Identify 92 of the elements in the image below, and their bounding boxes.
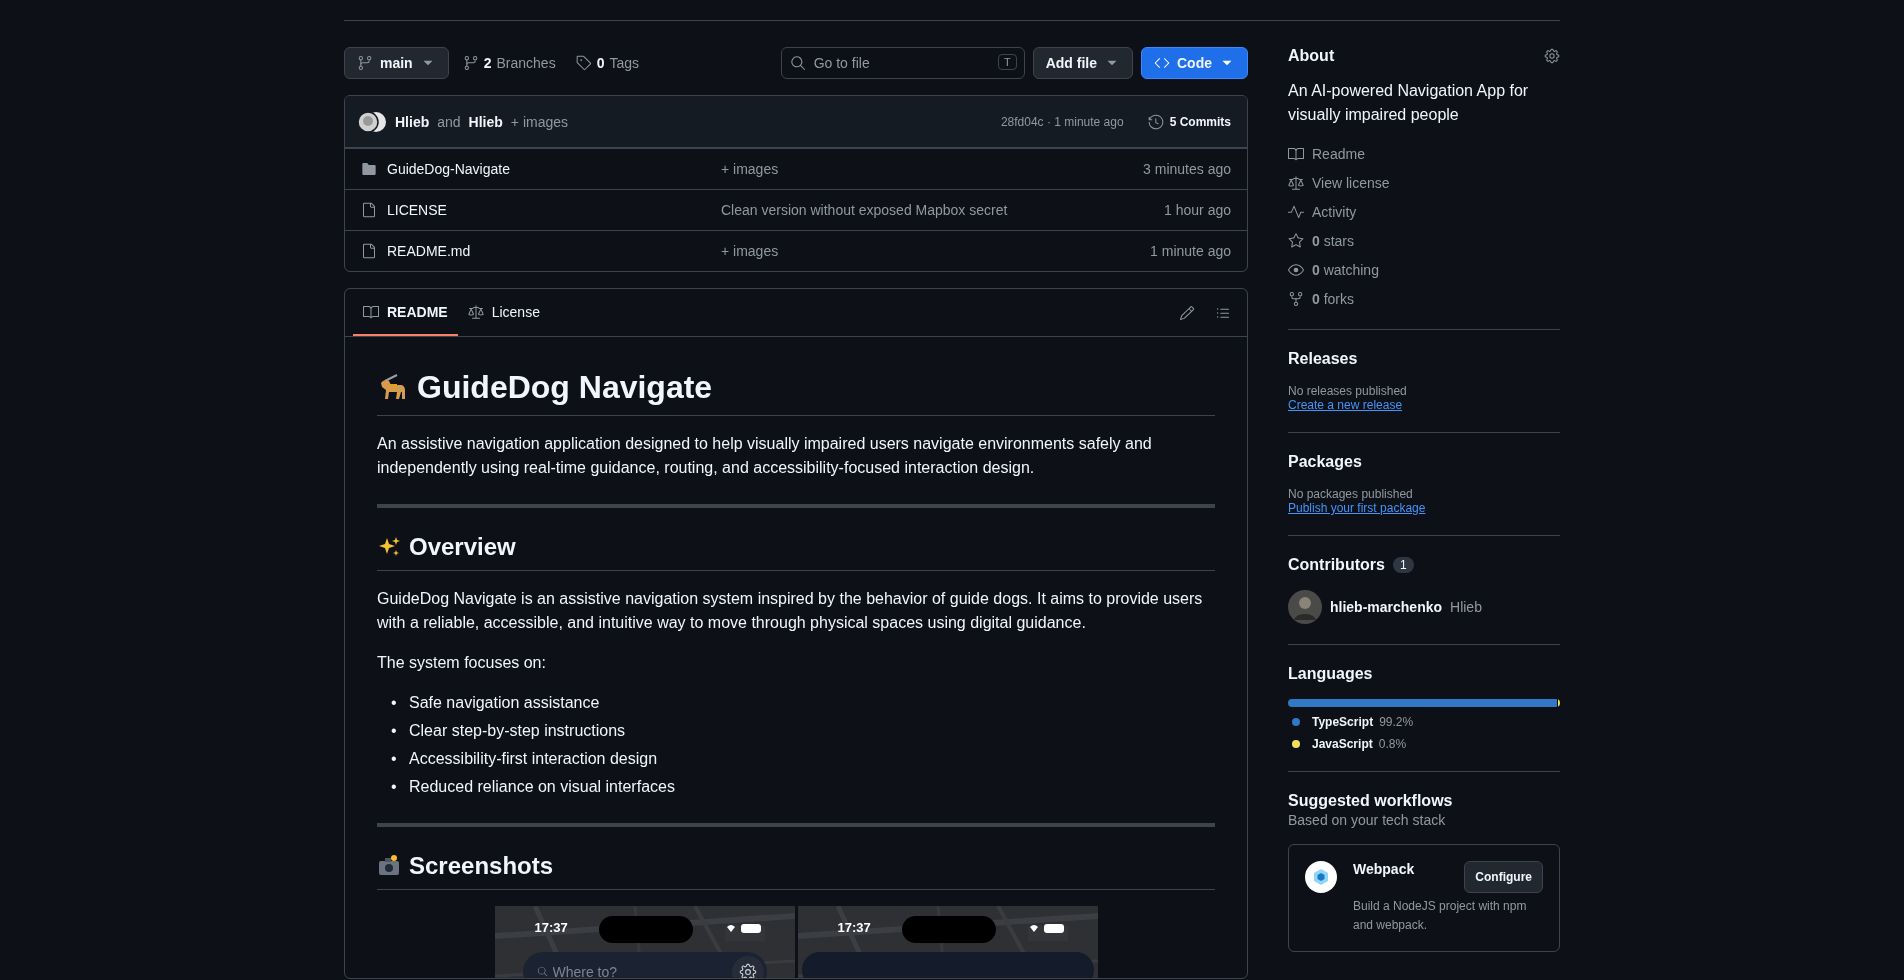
status-time: 17:37	[837, 919, 871, 937]
commit-time: 1 hour ago	[1164, 202, 1231, 218]
folder-icon	[361, 161, 377, 177]
file-name[interactable]: LICENSE	[361, 202, 721, 218]
bullet: •	[391, 777, 398, 797]
commit-message[interactable]: + images	[510, 113, 569, 130]
list-item: Clear step-by-step instructions	[409, 721, 626, 741]
section-heading: Overview	[409, 532, 516, 562]
file-name[interactable]: README.md	[361, 243, 721, 259]
configure-button[interactable]: Configure	[1464, 861, 1543, 893]
paragraph: An assistive navigation application designed to help visually impaired users navigate environments safely and independently using real-time guidance, routing, and accessibility-focused interaction design.	[377, 434, 1153, 478]
readme-tab[interactable]: License	[457, 289, 550, 336]
list-item: Reduced reliance on visual interfaces	[409, 777, 675, 797]
settings-icon[interactable]	[1544, 48, 1560, 64]
pulse-icon	[1288, 203, 1304, 220]
search-icon	[536, 966, 548, 977]
commit-message[interactable]: Clean version without exposed Mapbox secret	[721, 202, 1165, 218]
bullet: •	[391, 693, 398, 713]
repo-description: An AI-powered Navigation App for visually impaired people	[1288, 81, 1530, 125]
cube-logo-icon	[1305, 861, 1337, 893]
about-link[interactable]: Readme	[1312, 145, 1365, 162]
create-link[interactable]: Publish your first package	[1288, 501, 1426, 515]
scale-icon	[1288, 174, 1304, 191]
branch-icon	[357, 55, 373, 71]
branch-button[interactable]: main	[344, 47, 449, 79]
list-item: Safe navigation assistance	[409, 693, 600, 713]
paragraph: GuideDog Navigate is an assistive navigation system inspired by the behavior of guide dogs. It aims to provide users with a reliable, accessible, and intuitive way to move through physical spaces using digital guidance.	[377, 589, 1204, 633]
workflow-description: Build a NodeJS project with npm and webpack.	[1353, 898, 1528, 935]
book-icon	[1288, 145, 1304, 162]
readme-tab[interactable]: README	[353, 289, 458, 336]
section-heading: Contributors	[1288, 556, 1385, 574]
commit-time: 3 minutes ago	[1143, 161, 1231, 177]
empty-note: No releases published	[1288, 384, 1408, 398]
section-heading: Releases	[1288, 350, 1359, 368]
commit-joiner: and	[437, 113, 461, 130]
star-icon	[1288, 232, 1304, 249]
language-name[interactable]: TypeScript	[1312, 715, 1374, 729]
about-link[interactable]: 0 watching	[1312, 261, 1379, 278]
section-heading: Languages	[1288, 665, 1374, 683]
commit-message[interactable]: + images	[721, 243, 1151, 259]
avatar-icon	[357, 110, 387, 133]
search-icon	[789, 55, 806, 71]
empty-note: No packages published	[1288, 487, 1414, 501]
language-percent: 99.2%	[1379, 715, 1414, 729]
create-link[interactable]: Create a new release	[1288, 398, 1403, 412]
count-badge: 1	[1392, 557, 1414, 573]
camera-icon	[377, 854, 401, 878]
section-heading: Suggested workflows	[1288, 792, 1454, 810]
about-link[interactable]: 0 forks	[1312, 290, 1355, 307]
eye-icon	[1288, 261, 1304, 278]
contributor-name: Hlieb	[1450, 599, 1482, 615]
file-icon	[361, 243, 377, 259]
bullet: •	[391, 721, 398, 741]
contributor-login[interactable]: hlieb-marchenko	[1330, 599, 1443, 615]
avatar-icon[interactable]	[1288, 590, 1322, 624]
commit-time: 1 minute ago	[1150, 243, 1231, 259]
about-heading: About	[1288, 47, 1335, 65]
book-icon	[363, 303, 379, 320]
branches-link[interactable]: 2 Branches	[456, 55, 562, 71]
history-icon	[1147, 113, 1164, 130]
branch-icon	[462, 55, 479, 71]
readme-title: GuideDog Navigate	[417, 368, 713, 407]
pencil-icon	[1179, 304, 1195, 321]
fork-icon	[1288, 290, 1304, 307]
shortcut-key: T	[997, 54, 1017, 70]
workflow-name: Webpack	[1353, 861, 1416, 879]
author-link[interactable]: Hlieb	[395, 113, 430, 130]
author-link[interactable]: Hlieb	[468, 113, 503, 130]
tag-icon	[575, 55, 592, 71]
about-link[interactable]: View license	[1312, 174, 1390, 191]
section-subtitle: Based on your tech stack	[1288, 812, 1447, 828]
section-heading: Packages	[1288, 453, 1363, 471]
gear-icon	[738, 963, 757, 978]
file-name[interactable]: GuideDog-Navigate	[361, 161, 721, 177]
paragraph: The system focuses on:	[377, 653, 547, 673]
list-item: Accessibility-first interaction design	[409, 749, 658, 769]
language-name[interactable]: JavaScript	[1312, 737, 1373, 751]
commits-link[interactable]: 5 Commits	[1147, 113, 1231, 130]
language-percent: 0.8%	[1378, 737, 1407, 751]
about-link[interactable]: 0 stars	[1312, 232, 1355, 249]
code-icon	[1154, 55, 1170, 71]
tags-link[interactable]: 0 Tags	[569, 55, 645, 71]
commit-message[interactable]: + images	[721, 161, 1144, 177]
section-heading: Screenshots	[409, 851, 554, 881]
status-time: 17:37	[534, 919, 568, 937]
scale-icon	[467, 303, 484, 320]
add-file-button[interactable]: Add file	[1032, 47, 1133, 79]
about-link[interactable]: Activity	[1312, 203, 1357, 220]
code-button[interactable]: Code	[1141, 47, 1248, 79]
file-icon	[361, 202, 377, 218]
commit-meta: 28fd04c · 1 minute ago	[1000, 114, 1124, 129]
bullet: •	[391, 749, 398, 769]
